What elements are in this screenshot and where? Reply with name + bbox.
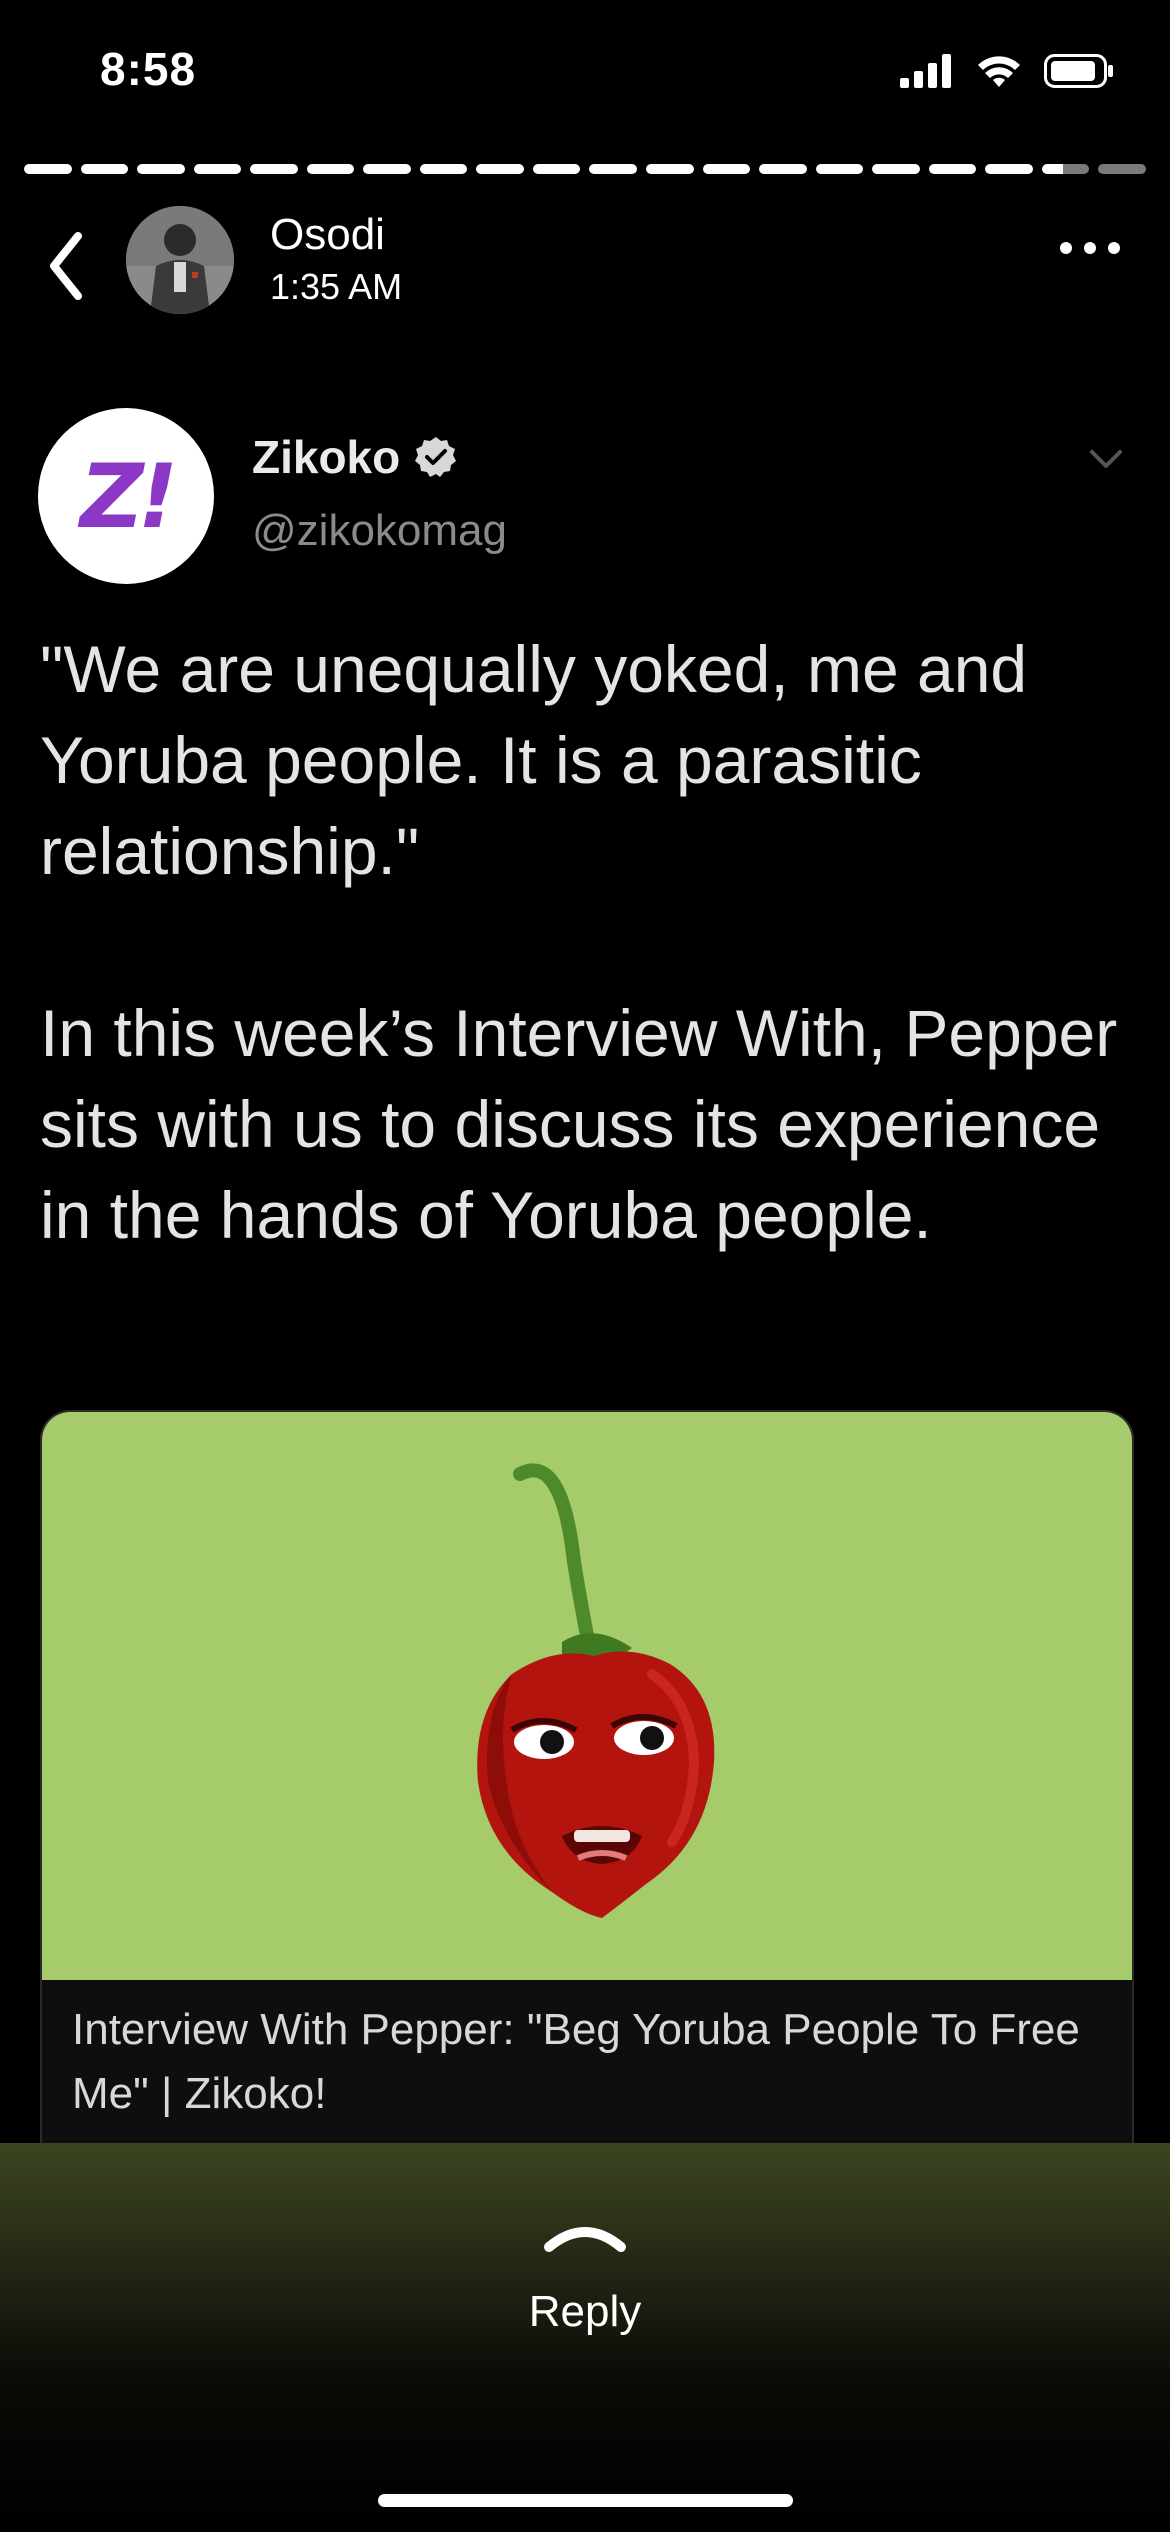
chevron-down-icon[interactable] xyxy=(1086,444,1126,474)
story-progress-segment xyxy=(985,164,1033,174)
story-progress-segment xyxy=(1041,164,1090,174)
story-progress-segment xyxy=(24,164,72,174)
story-progress-segment xyxy=(476,164,524,174)
verified-badge-icon xyxy=(415,437,457,477)
story-posted-time: 1:35 AM xyxy=(270,266,403,307)
tweet-author-name: Zikoko xyxy=(252,431,401,483)
story-progress-segment xyxy=(928,164,977,174)
story-progress-segment xyxy=(193,164,242,174)
avatar[interactable] xyxy=(126,206,234,314)
status-icons xyxy=(900,54,1114,88)
story-progress-segment xyxy=(80,164,129,174)
story-progress-segment xyxy=(589,164,638,174)
reply-area[interactable]: Reply xyxy=(0,2143,1170,2532)
story-user-name[interactable]: Osodi xyxy=(270,210,385,260)
link-card-title[interactable]: Interview With Pepper: "Beg Yoruba Peopl… xyxy=(72,1998,1102,2126)
pepper-character-image xyxy=(42,1412,1132,1980)
story-progress-segment xyxy=(137,164,185,174)
status-bar: 8:58 xyxy=(0,0,1170,140)
avatar-image xyxy=(126,206,234,314)
dot xyxy=(1060,242,1072,254)
story-progress-segment xyxy=(363,164,411,174)
story-progress-segment xyxy=(759,164,807,174)
story-progress-segment xyxy=(1098,164,1146,174)
story-progress-segment xyxy=(306,164,355,174)
zikoko-logo: Z! xyxy=(80,444,178,548)
chevron-left-icon[interactable] xyxy=(38,226,98,306)
shared-tweet[interactable]: Z! Zikoko @zikokomag "We are unequally y… xyxy=(0,388,1170,2174)
story-progress-segment xyxy=(532,164,581,174)
story-progress-segment xyxy=(646,164,694,174)
battery-icon xyxy=(1044,54,1113,88)
more-dots-icon[interactable] xyxy=(1060,242,1120,254)
tweet-author: Zikoko xyxy=(252,430,458,484)
story-progress-bar xyxy=(24,164,1146,176)
story-progress-segment xyxy=(702,164,751,174)
reply-button[interactable]: Reply xyxy=(0,2287,1170,2337)
home-indicator[interactable] xyxy=(378,2494,793,2507)
chevron-up-icon[interactable] xyxy=(543,2215,627,2255)
link-preview-card[interactable]: Interview With Pepper: "Beg Yoruba Peopl… xyxy=(40,1410,1134,2174)
dot xyxy=(1084,242,1096,254)
status-time: 8:58 xyxy=(100,43,197,95)
cellular-signal-icon xyxy=(900,54,951,88)
story-progress-segment xyxy=(250,164,298,174)
tweet-text: "We are unequally yoked, me and Yoruba p… xyxy=(40,624,1140,1261)
tweet-paragraph-description: In this week’s Interview With, Pepper si… xyxy=(40,996,1118,1252)
story-progress-segment xyxy=(872,164,920,174)
story-progress-segment xyxy=(815,164,864,174)
tweet-handle: @zikokomag xyxy=(252,506,507,555)
dot xyxy=(1108,242,1120,254)
wifi-icon xyxy=(978,56,1020,87)
story-header: Osodi 1:35 AM xyxy=(0,196,1170,386)
zikoko-avatar: Z! xyxy=(38,408,214,584)
story-progress-segment xyxy=(419,164,468,174)
tweet-paragraph-quote: "We are unequally yoked, me and Yoruba p… xyxy=(40,632,1028,888)
